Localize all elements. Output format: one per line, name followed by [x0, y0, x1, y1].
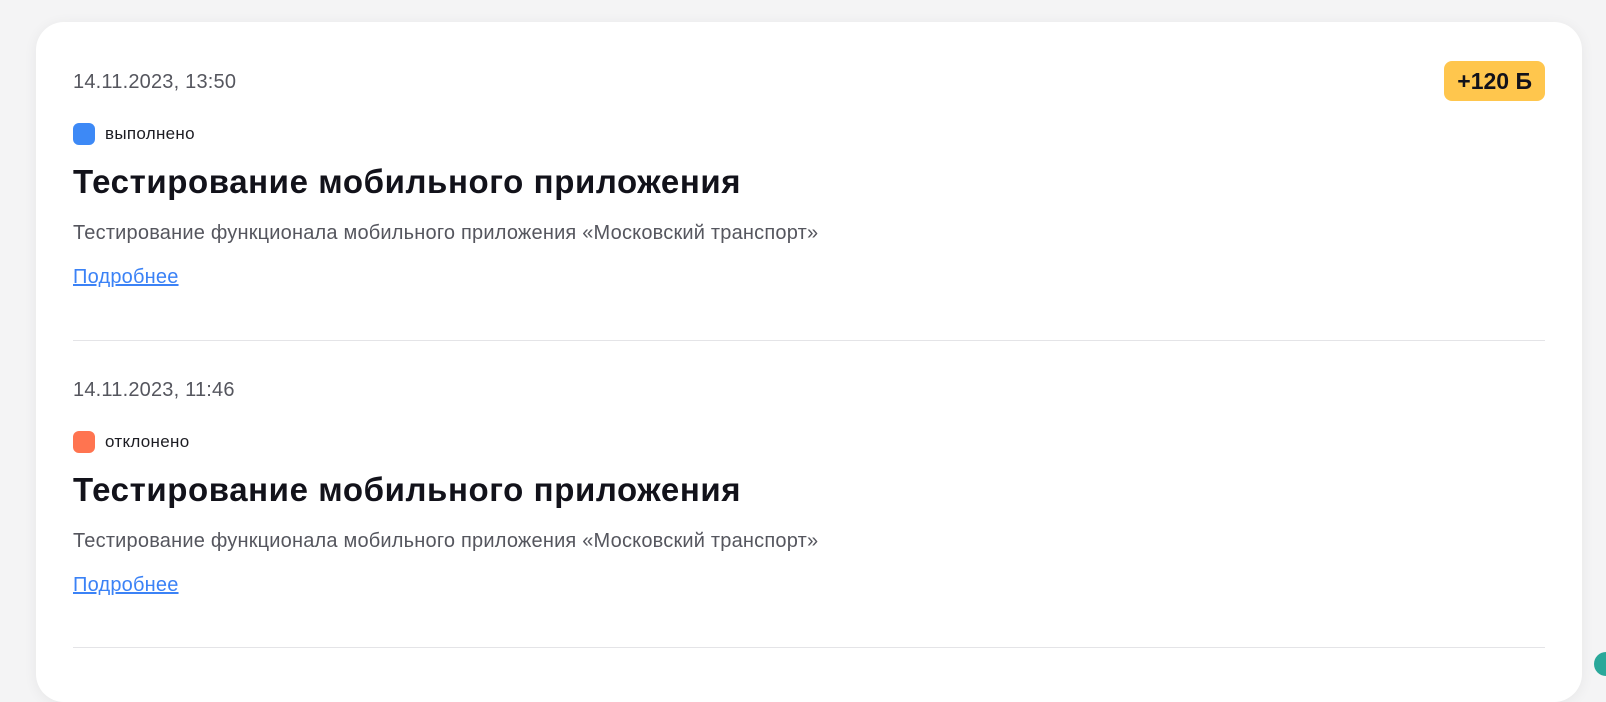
entry-title: Тестирование мобильного приложения	[73, 471, 742, 508]
status-rejected-icon	[73, 431, 95, 453]
status-completed-icon	[73, 123, 95, 145]
history-card: 14.11.2023, 13:50 +120 Б выполнено Тести…	[36, 22, 1582, 702]
entry-description: Тестирование функционала мобильного прил…	[73, 222, 819, 244]
details-link[interactable]: Подробнее	[73, 574, 179, 597]
entry-date: 14.11.2023, 13:50	[73, 71, 237, 93]
points-badge: +120 Б	[1444, 61, 1545, 101]
entry-title: Тестирование мобильного приложения	[73, 163, 742, 200]
floating-widget-edge[interactable]	[1594, 652, 1606, 676]
details-link[interactable]: Подробнее	[73, 266, 179, 289]
history-entry: 14.11.2023, 11:46 отклонено Тестирование…	[73, 341, 1545, 648]
status-indicator: выполнено	[73, 123, 195, 145]
entry-description: Тестирование функционала мобильного прил…	[73, 530, 819, 552]
status-indicator: отклонено	[73, 431, 189, 453]
status-label: отклонено	[105, 432, 190, 451]
status-label: выполнено	[105, 124, 195, 143]
history-entry: 14.11.2023, 13:50 +120 Б выполнено Тести…	[73, 22, 1545, 341]
entry-date: 14.11.2023, 11:46	[73, 379, 235, 401]
